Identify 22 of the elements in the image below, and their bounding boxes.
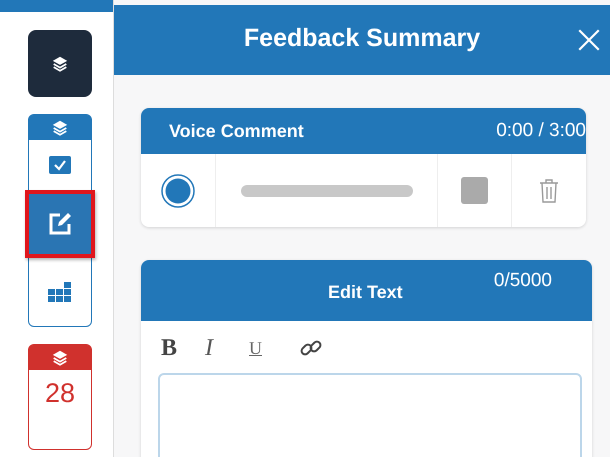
time-readout: 0:00 / 3:00 bbox=[496, 120, 586, 142]
edit-icon bbox=[47, 211, 73, 237]
day-number: 28 bbox=[44, 377, 76, 410]
panel-title: Feedback Summary bbox=[244, 24, 480, 54]
bold-button[interactable]: B bbox=[161, 334, 205, 362]
underline-button[interactable]: U bbox=[249, 338, 299, 358]
group-header[interactable] bbox=[29, 115, 91, 140]
layers-icon bbox=[51, 118, 69, 136]
card-title: Voice Comment bbox=[169, 120, 304, 142]
grid-icon bbox=[48, 282, 72, 302]
close-icon[interactable] bbox=[576, 27, 602, 53]
checkbox-icon bbox=[49, 156, 71, 174]
character-count: 0/5000 bbox=[494, 270, 552, 292]
card-title: Edit Text bbox=[328, 282, 403, 303]
sidebar-item[interactable] bbox=[25, 190, 95, 258]
trash-icon[interactable] bbox=[539, 178, 559, 204]
layers-button[interactable] bbox=[28, 30, 92, 97]
layers-icon bbox=[51, 348, 69, 366]
group-header[interactable] bbox=[29, 345, 91, 370]
italic-button[interactable]: I bbox=[205, 334, 249, 362]
layers-icon bbox=[51, 54, 69, 72]
record-button[interactable] bbox=[160, 172, 196, 208]
